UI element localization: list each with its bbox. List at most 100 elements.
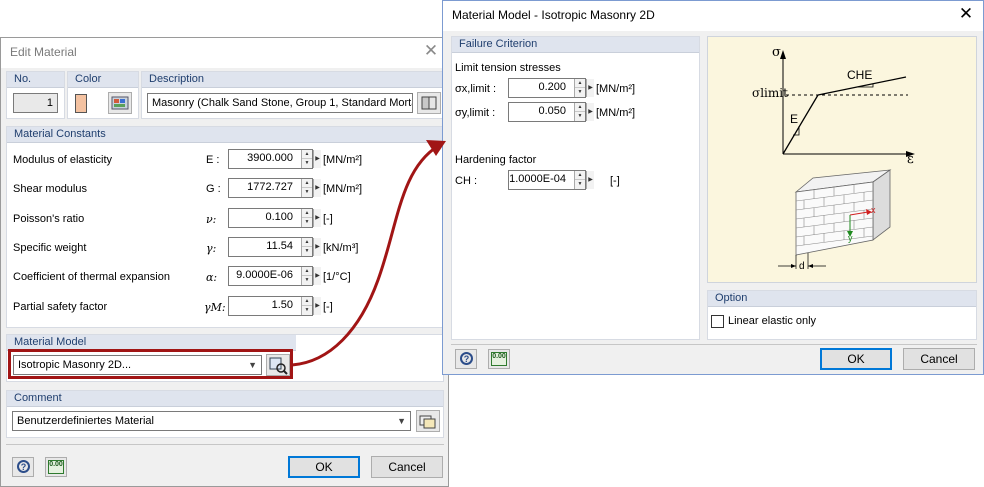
calculator-button[interactable]: 0.00 [488,349,510,369]
partial-safety-factor-input[interactable]: 1.50 ▲ ▼ ▶ [228,296,321,316]
cancel-button[interactable]: Cancel [371,456,443,478]
calculator-button[interactable]: 0.00 [45,457,67,477]
dialog-title: Edit Material [10,45,77,59]
spin-up-icon[interactable]: ▲ [575,171,585,180]
ch-unit: [-] [610,175,620,187]
spin-up-icon[interactable]: ▲ [302,297,312,306]
shear-modulus-input[interactable]: 1772.727 ▲ ▼ ▶ [228,178,321,198]
x-axis-label: x [871,205,876,215]
sigma-x-limit-input[interactable]: 0.200 ▲ ▼ ▶ [508,78,594,98]
help-icon: ? [17,460,30,473]
color-panel: Color [67,71,139,119]
spinner-buttons[interactable]: ▲ ▼ [301,179,312,197]
sigma-y-limit-input[interactable]: 0.050 ▲ ▼ ▶ [508,102,594,122]
color-picker-button[interactable] [108,92,132,114]
constant-unit: [1/°C] [323,271,351,283]
constant-label: Partial safety factor [13,301,108,313]
help-button[interactable]: ? [12,457,34,477]
spin-down-icon[interactable]: ▼ [302,188,312,197]
spinner-buttons[interactable]: ▲ ▼ [301,209,312,227]
constant-symbol: E : [206,154,220,166]
arrow-right-icon[interactable]: ▶ [313,209,321,227]
arrow-right-icon[interactable]: ▶ [313,150,321,168]
arrow-right-icon[interactable]: ▶ [313,297,321,315]
spin-down-icon[interactable]: ▼ [302,218,312,227]
arrow-right-icon[interactable]: ▶ [586,79,594,97]
spin-up-icon[interactable]: ▲ [302,179,312,188]
close-icon[interactable]: ✕ [957,5,975,23]
arrow-right-icon[interactable]: ▶ [586,103,594,121]
masonry-wall-icon [778,169,892,269]
sigma-x-unit: [MN/m²] [596,83,636,95]
spin-down-icon[interactable]: ▼ [302,247,312,256]
spinner-buttons[interactable]: ▲ ▼ [301,297,312,315]
sigma-x-symbol: σx,limit : [455,83,497,95]
chevron-down-icon[interactable]: ▼ [397,416,406,426]
spin-up-icon[interactable]: ▲ [575,79,585,88]
comment-library-button[interactable] [416,410,440,432]
arrow-right-icon[interactable]: ▶ [313,267,321,285]
title-bar: Edit Material ✕ [1,38,448,68]
spinner-buttons[interactable]: ▲ ▼ [301,150,312,168]
spinner-buttons[interactable]: ▲ ▼ [574,171,585,189]
no-field[interactable]: 1 [13,93,58,113]
spin-down-icon[interactable]: ▼ [302,276,312,285]
y-axis-label: y [848,233,853,243]
constants-header: Material Constants [14,128,106,140]
description-field[interactable]: Masonry (Chalk Sand Stone, Group 1, Stan… [147,93,413,113]
spin-down-icon[interactable]: ▼ [302,159,312,168]
hardening-factor-input[interactable]: 1.0000E-04 ▲ ▼ ▶ [508,170,594,190]
ch-symbol: CH : [455,175,477,187]
description-header: Description [149,73,205,85]
no-header: No. [14,73,32,85]
comment-panel: Comment Benutzerdefiniertes Material ▼ [6,390,444,438]
modulus-of-elasticity-input[interactable]: 3900.000 ▲ ▼ ▶ [228,149,321,169]
elastic-slope-label: E [790,112,799,126]
ok-button[interactable]: OK [820,348,892,370]
constant-unit: [-] [323,213,333,225]
constant-label: Coefficient of thermal expansion [13,271,170,283]
description-panel: Description Masonry (Chalk Sand Stone, G… [141,71,444,119]
spin-up-icon[interactable]: ▲ [302,209,312,218]
poissons-ratio-input[interactable]: 0.100 ▲ ▼ ▶ [228,208,321,228]
failure-criterion-header: Failure Criterion [459,38,538,50]
arrow-right-icon[interactable]: ▶ [586,171,594,189]
material-library-button[interactable] [417,92,441,114]
epsilon-axis-label: ε [907,152,914,167]
dialog-title: Material Model - Isotropic Masonry 2D [452,8,655,22]
failure-criterion-panel: Failure Criterion Limit tension stresses… [451,36,700,340]
spin-down-icon[interactable]: ▼ [302,306,312,315]
specific-weight-input[interactable]: 11.54 ▲ ▼ ▶ [228,237,321,257]
hardening-factor-label: Hardening factor [455,154,537,166]
spinner-buttons[interactable]: ▲ ▼ [574,103,585,121]
linear-elastic-checkbox[interactable] [711,315,724,328]
spin-up-icon[interactable]: ▲ [302,267,312,276]
spinner-buttons[interactable]: ▲ ▼ [301,238,312,256]
spin-down-icon[interactable]: ▼ [575,88,585,97]
spin-up-icon[interactable]: ▲ [575,103,585,112]
help-icon: ? [460,352,473,365]
no-panel: No. 1 [6,71,65,119]
arrow-right-icon[interactable]: ▶ [313,179,321,197]
help-button[interactable]: ? [455,349,477,369]
arrow-right-icon[interactable]: ▶ [313,238,321,256]
spin-up-icon[interactable]: ▲ [302,238,312,247]
close-icon[interactable]: ✕ [422,42,440,60]
spin-up-icon[interactable]: ▲ [302,150,312,159]
constant-symbol: G : [206,183,221,195]
constant-unit: [MN/m²] [323,183,363,195]
cancel-button[interactable]: Cancel [903,348,975,370]
thermal-expansion-input[interactable]: 9.0000E-06 ▲ ▼ ▶ [228,266,321,286]
spinner-buttons[interactable]: ▲ ▼ [301,267,312,285]
spin-down-icon[interactable]: ▼ [575,180,585,189]
spinner-buttons[interactable]: ▲ ▼ [574,79,585,97]
ok-button[interactable]: OK [288,456,360,478]
sigma-y-symbol: σy,limit : [455,107,496,119]
spin-down-icon[interactable]: ▼ [575,112,585,121]
button-separator [6,444,444,445]
book-icon [421,96,437,110]
color-swatch[interactable] [75,94,87,113]
title-bar: Material Model - Isotropic Masonry 2D ✕ [443,1,983,31]
comment-combo[interactable]: Benutzerdefiniertes Material ▼ [12,411,411,431]
linear-elastic-label: Linear elastic only [728,315,817,327]
